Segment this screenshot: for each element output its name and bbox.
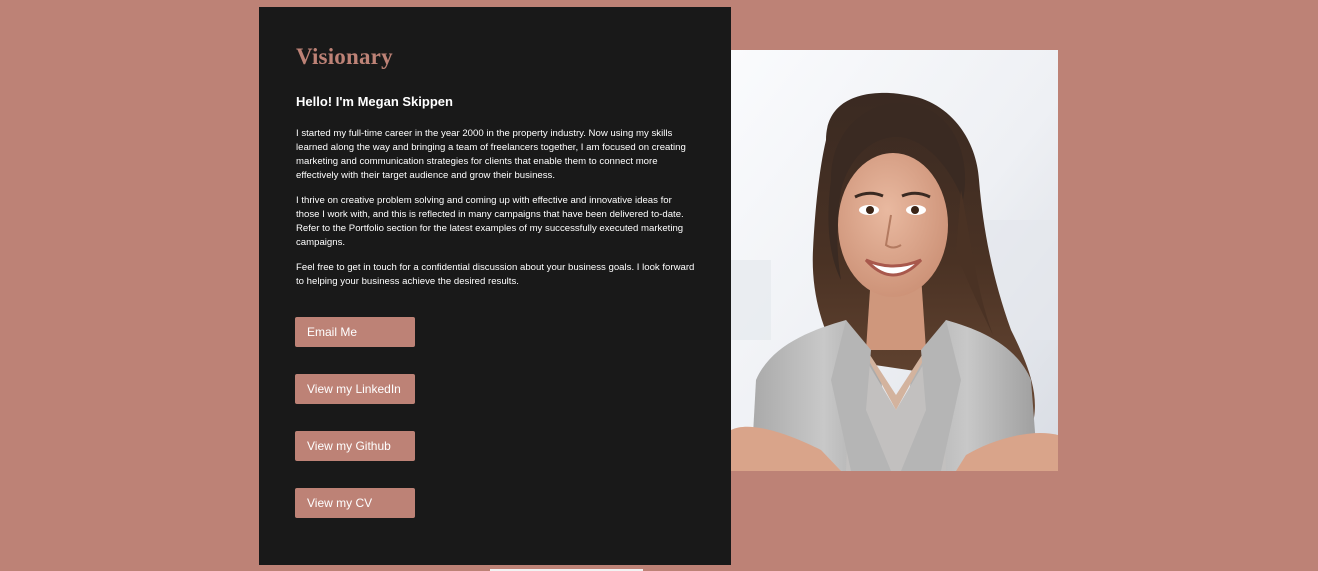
- bio-paragraph-2: I thrive on creative problem solving and…: [296, 195, 684, 248]
- bio-text: I started my full-time career in the yea…: [295, 127, 695, 289]
- github-button[interactable]: View my Github: [295, 431, 415, 461]
- profile-card: Visionary Hello! I'm Megan Skippen I sta…: [259, 7, 731, 565]
- portrait-image: [731, 50, 1058, 471]
- email-me-button[interactable]: Email Me: [295, 317, 415, 347]
- bio-paragraph-3: Feel free to get in touch for a confiden…: [296, 262, 695, 287]
- brand-title: Visionary: [296, 44, 393, 69]
- profile-photo: [731, 50, 1058, 471]
- linkedin-button[interactable]: View my LinkedIn: [295, 374, 415, 404]
- cv-button[interactable]: View my CV: [295, 488, 415, 518]
- bio-paragraph-1: I started my full-time career in the yea…: [296, 128, 686, 181]
- greeting-heading: Hello! I'm Megan Skippen: [296, 94, 453, 109]
- contact-buttons: Email Me View my LinkedIn View my Github…: [295, 317, 415, 545]
